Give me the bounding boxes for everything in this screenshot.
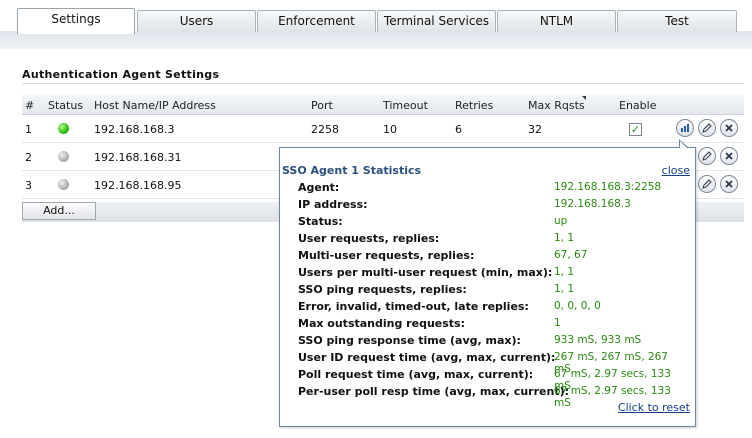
row-host: 192.168.168.95: [94, 179, 182, 192]
tab-enforcement[interactable]: Enforcement: [257, 10, 376, 32]
pencil-icon: [702, 123, 712, 133]
enable-checkbox[interactable]: ✓: [629, 123, 642, 136]
stat-label: User ID request time (avg, max, current)…: [298, 351, 556, 364]
stat-row: SSO ping response time (avg, max): 933 m…: [298, 334, 688, 351]
table-row: 1 192.168.168.3 2258 10 6 32 ✓: [22, 115, 744, 143]
col-status: Status: [48, 99, 84, 112]
col-maxrqsts[interactable]: Max Rqsts: [528, 99, 585, 112]
status-unknown-icon: [58, 179, 69, 190]
statistics-button[interactable]: [676, 119, 694, 137]
stat-row: Max outstanding requests: 1: [298, 317, 688, 334]
col-timeout[interactable]: Timeout: [383, 99, 428, 112]
stat-row: Poll request time (avg, max, current): 6…: [298, 368, 688, 392]
sort-indicator-icon: [582, 96, 586, 100]
row-host: 192.168.168.31: [94, 151, 182, 164]
delete-button[interactable]: [720, 175, 738, 193]
bar-chart-icon: [681, 124, 689, 132]
row-num: 1: [25, 123, 32, 136]
stat-label: Poll request time (avg, max, current):: [298, 368, 534, 381]
stat-row: Status: up: [298, 215, 688, 232]
tab-bar: Settings Users Enforcement Terminal Serv…: [0, 0, 752, 50]
section-title: Authentication Agent Settings: [22, 68, 220, 81]
row-retries: 6: [455, 123, 462, 136]
status-unknown-icon: [58, 151, 69, 162]
col-num: #: [25, 99, 35, 112]
x-icon: [725, 180, 733, 188]
x-icon: [725, 124, 733, 132]
delete-button[interactable]: [720, 119, 738, 137]
stat-value: 1: [554, 317, 561, 329]
row-port: 2258: [311, 123, 339, 136]
stat-value: 192.168.168.3:2258: [554, 181, 662, 193]
col-retries[interactable]: Retries: [455, 99, 493, 112]
stat-label: Error, invalid, timed-out, late replies:: [298, 300, 529, 313]
stat-value: 933 mS, 933 mS: [554, 334, 642, 346]
stat-label: SSO ping requests, replies:: [298, 283, 467, 296]
add-agent-button[interactable]: Add...: [22, 202, 96, 220]
popup-title: SSO Agent 1 Statistics: [282, 164, 422, 177]
col-port[interactable]: Port: [311, 99, 333, 112]
popup-pointer-fill: [680, 141, 688, 149]
stat-row: IP address: 192.168.168.3: [298, 198, 688, 215]
stat-value: 1, 1: [554, 266, 575, 278]
stat-row: Agent: 192.168.168.3:2258: [298, 181, 688, 198]
edit-button[interactable]: [698, 147, 716, 165]
stat-label: Max outstanding requests:: [298, 317, 465, 330]
tab-terminal-services[interactable]: Terminal Services: [377, 10, 496, 32]
stat-label: Multi-user requests, replies:: [298, 249, 475, 262]
stat-label: SSO ping response time (avg, max):: [298, 334, 521, 347]
row-num: 3: [25, 179, 32, 192]
stat-row: Per-user poll resp time (avg, max, curre…: [298, 385, 688, 409]
stat-row: Users per multi-user request (min, max):…: [298, 266, 688, 283]
stat-label: Status:: [298, 215, 343, 228]
row-num: 2: [25, 151, 32, 164]
stat-value: 1, 1: [554, 283, 575, 295]
tab-settings[interactable]: Settings: [17, 8, 135, 34]
pencil-icon: [702, 179, 712, 189]
row-timeout: 10: [383, 123, 397, 136]
statistics-popup: SSO Agent 1 Statistics close Agent: 192.…: [279, 139, 696, 427]
edit-button[interactable]: [698, 175, 716, 193]
tab-test[interactable]: Test: [617, 10, 737, 32]
delete-button[interactable]: [720, 147, 738, 165]
stat-value: up: [554, 215, 568, 227]
stat-row: User ID request time (avg, max, current)…: [298, 351, 688, 375]
stat-row: Error, invalid, timed-out, late replies:…: [298, 300, 688, 317]
stat-label: Agent:: [298, 181, 340, 194]
stat-value: 192.168.168.3: [554, 198, 631, 210]
tab-ntlm[interactable]: NTLM: [497, 10, 616, 32]
stat-value: 0, 0, 0, 0: [554, 300, 601, 312]
stat-row: SSO ping requests, replies: 1, 1: [298, 283, 688, 300]
reset-link[interactable]: Click to reset: [618, 401, 690, 414]
status-up-icon: [58, 123, 69, 134]
stat-row: User requests, replies: 1, 1: [298, 232, 688, 249]
stat-label: User requests, replies:: [298, 232, 440, 245]
stat-label: Per-user poll resp time (avg, max, curre…: [298, 385, 569, 398]
x-icon: [725, 152, 733, 160]
row-maxrqsts: 32: [528, 123, 542, 136]
section-divider: [22, 83, 744, 84]
pencil-icon: [702, 151, 712, 161]
col-enable: Enable: [619, 99, 657, 112]
stat-row: Multi-user requests, replies: 67, 67: [298, 249, 688, 266]
stat-value: 1, 1: [554, 232, 575, 244]
table-header: # Status Host Name/IP Address Port Timeo…: [22, 95, 744, 115]
stat-label: Users per multi-user request (min, max):: [298, 266, 553, 279]
row-host: 192.168.168.3: [94, 123, 175, 136]
col-host[interactable]: Host Name/IP Address: [94, 99, 216, 112]
tab-users[interactable]: Users: [137, 10, 256, 32]
stat-value: 67, 67: [554, 249, 588, 261]
close-link[interactable]: close: [662, 164, 690, 177]
edit-button[interactable]: [698, 119, 716, 137]
stat-label: IP address:: [298, 198, 368, 211]
